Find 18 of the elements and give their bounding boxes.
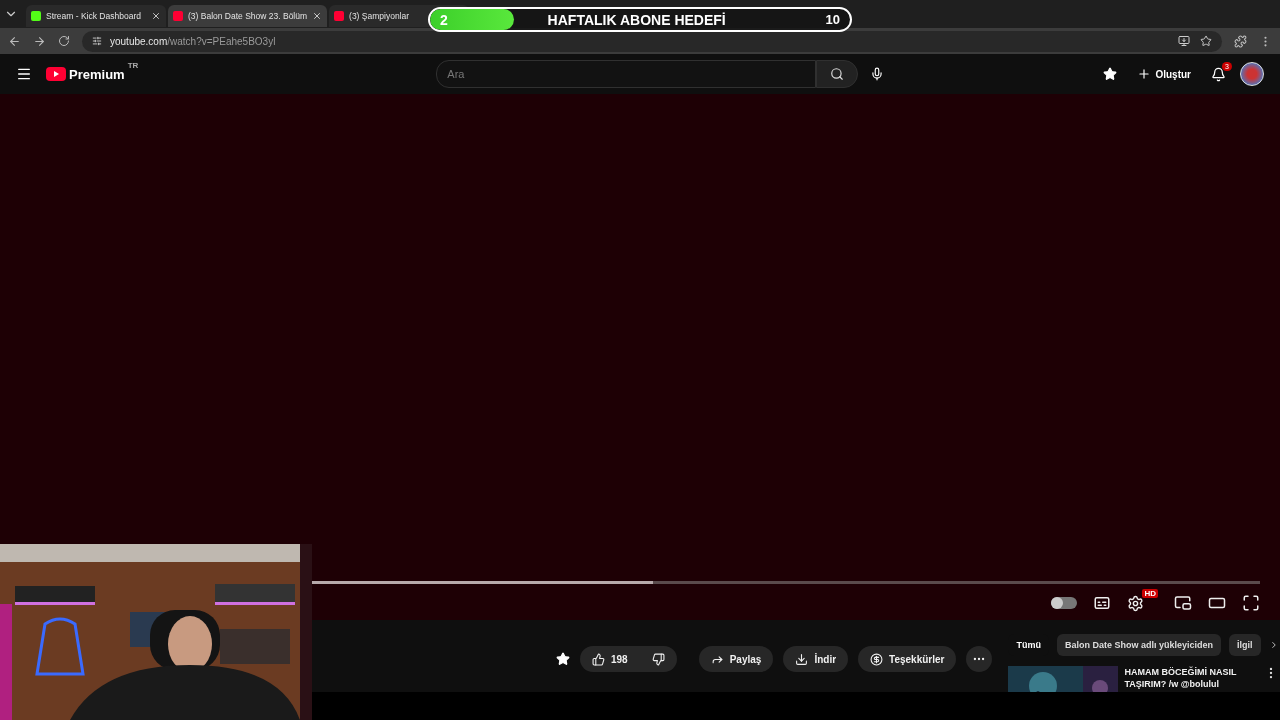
- browser-tab[interactable]: (3) Balon Date Show 23. Bölüm: [168, 4, 328, 27]
- address-field[interactable]: youtube.com/watch?v=PEahe5BO3yl: [82, 30, 1222, 52]
- goal-title: HAFTALIK ABONE HEDEFİ: [546, 11, 727, 28]
- url-text: youtube.com/watch?v=PEahe5BO3yl: [110, 35, 276, 47]
- filter-chip[interactable]: Balon Date Show adlı yükleyiciden: [1056, 634, 1221, 657]
- download-button[interactable]: İndir: [783, 646, 849, 673]
- browser-tab[interactable]: Stream - Kick Dashboard: [26, 4, 166, 27]
- video-title[interactable]: HAMAM BÖCEĞİMİ NASIL TAŞIRIM? /w @bolulul: [1124, 666, 1255, 693]
- thanks-button[interactable]: Teşekkürler: [858, 646, 957, 673]
- search-field[interactable]: Ara: [436, 60, 817, 89]
- create-button[interactable]: Oluştur: [1131, 66, 1197, 83]
- hd-badge: HD: [1142, 588, 1158, 598]
- filter-chip[interactable]: İlgil: [1229, 634, 1261, 657]
- like-button[interactable]: 198: [580, 646, 677, 673]
- share-button[interactable]: Paylaş: [698, 646, 774, 673]
- goal-target: 10: [824, 12, 841, 27]
- goal-current: 2: [439, 11, 449, 28]
- video-player[interactable]: HD: [0, 94, 1280, 621]
